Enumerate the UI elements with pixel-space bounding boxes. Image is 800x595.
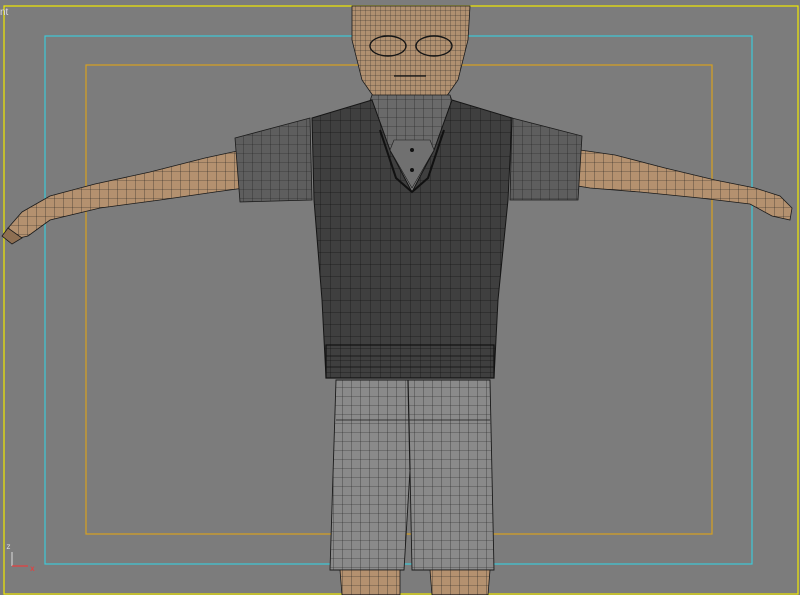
axis-z-label: z xyxy=(6,542,11,551)
shorts-mesh xyxy=(329,379,495,571)
right-sleeve-mesh xyxy=(509,117,583,201)
viewport-label[interactable]: nt xyxy=(0,8,8,18)
character-mesh[interactable] xyxy=(1,5,793,595)
viewport-canvas[interactable] xyxy=(0,0,800,595)
left-arm-mesh xyxy=(1,149,245,245)
left-sleeve-mesh xyxy=(234,117,313,203)
head-mesh xyxy=(351,5,471,111)
axis-gizmo-icon xyxy=(11,552,28,567)
axis-x-label: x xyxy=(30,564,35,573)
legs-mesh xyxy=(339,569,491,595)
right-arm-mesh xyxy=(577,149,793,221)
front-viewport[interactable]: nt z x xyxy=(0,0,800,595)
